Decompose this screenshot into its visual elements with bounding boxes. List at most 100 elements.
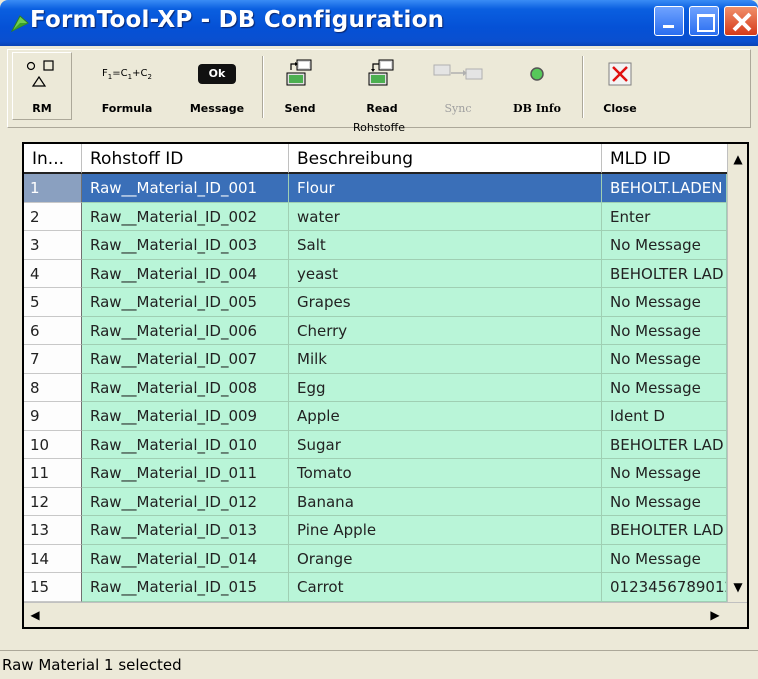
send-button[interactable]: Send	[270, 54, 330, 122]
cell-rohstoff-id[interactable]: Raw__Material_ID_003	[82, 231, 289, 260]
cell-mld-id[interactable]: No Message	[602, 345, 727, 374]
formula-button[interactable]: F1=C1+C2 Formula	[93, 54, 161, 122]
cell-rohstoff-id[interactable]: Raw__Material_ID_008	[82, 373, 289, 402]
cell-index[interactable]: 9	[24, 402, 82, 431]
cell-rohstoff-id[interactable]: Raw__Material_ID_002	[82, 202, 289, 231]
cell-index[interactable]: 5	[24, 288, 82, 317]
cell-beschreibung[interactable]: Sugar	[289, 430, 602, 459]
scroll-down-icon[interactable]: ▼	[728, 572, 747, 602]
cell-beschreibung[interactable]: yeast	[289, 259, 602, 288]
cell-index[interactable]: 12	[24, 487, 82, 516]
cell-index[interactable]: 10	[24, 430, 82, 459]
cell-mld-id[interactable]: No Message	[602, 373, 727, 402]
cell-beschreibung[interactable]: Salt	[289, 231, 602, 260]
table-row[interactable]: 5 Raw__Material_ID_005 Grapes No Message	[24, 288, 727, 317]
sync-button: Sync	[426, 54, 490, 122]
cell-index[interactable]: 8	[24, 373, 82, 402]
cell-rohstoff-id[interactable]: Raw__Material_ID_005	[82, 288, 289, 317]
cell-mld-id[interactable]: Ident D	[602, 402, 727, 431]
cell-mld-id[interactable]: Enter	[602, 202, 727, 231]
table-row[interactable]: 10 Raw__Material_ID_010 Sugar BEHOLTER LAD	[24, 430, 727, 459]
cell-beschreibung[interactable]: Apple	[289, 402, 602, 431]
cell-beschreibung[interactable]: Milk	[289, 345, 602, 374]
table-row[interactable]: 15 Raw__Material_ID_015 Carrot 012345678901…	[24, 573, 727, 602]
cell-mld-id[interactable]: 0123456789012	[602, 573, 727, 602]
cell-rohstoff-id[interactable]: Raw__Material_ID_014	[82, 544, 289, 573]
cell-mld-id[interactable]: No Message	[602, 231, 727, 260]
cell-mld-id[interactable]: No Message	[602, 544, 727, 573]
cell-beschreibung[interactable]: Egg	[289, 373, 602, 402]
close-window-button[interactable]	[724, 6, 758, 36]
cell-beschreibung[interactable]: Orange	[289, 544, 602, 573]
cell-beschreibung[interactable]: Banana	[289, 487, 602, 516]
cell-index[interactable]: 15	[24, 573, 82, 602]
cell-mld-id[interactable]: No Message	[602, 459, 727, 488]
scroll-right-icon[interactable]: ▶	[704, 603, 726, 627]
cell-mld-id[interactable]: No Message	[602, 288, 727, 317]
table-row[interactable]: 8 Raw__Material_ID_008 Egg No Message	[24, 373, 727, 402]
cell-rohstoff-id[interactable]: Raw__Material_ID_013	[82, 516, 289, 545]
table-row[interactable]: 7 Raw__Material_ID_007 Milk No Message	[24, 345, 727, 374]
table-row[interactable]: 14 Raw__Material_ID_014 Orange No Message	[24, 544, 727, 573]
cell-rohstoff-id[interactable]: Raw__Material_ID_001	[82, 174, 289, 203]
cell-rohstoff-id[interactable]: Raw__Material_ID_007	[82, 345, 289, 374]
column-header-rohstoff-id[interactable]: Rohstoff ID	[82, 144, 289, 174]
table-row[interactable]: 4 Raw__Material_ID_004 yeast BEHOLTER LAD	[24, 259, 727, 288]
cell-index[interactable]: 3	[24, 231, 82, 260]
cell-rohstoff-id[interactable]: Raw__Material_ID_004	[82, 259, 289, 288]
close-button[interactable]: Close	[592, 54, 648, 122]
table-row[interactable]: 13 Raw__Material_ID_013 Pine Apple BEHOLTER…	[24, 516, 727, 545]
cell-beschreibung[interactable]: Grapes	[289, 288, 602, 317]
cell-rohstoff-id[interactable]: Raw__Material_ID_010	[82, 430, 289, 459]
table-body: 1 Raw__Material_ID_001 Flour BEHOLT.LADEN 2 R…	[24, 174, 727, 602]
table-row[interactable]: 2 Raw__Material_ID_002 water Enter	[24, 202, 727, 231]
cell-index[interactable]: 1	[24, 174, 82, 203]
cell-beschreibung[interactable]: Cherry	[289, 316, 602, 345]
table-row[interactable]: 6 Raw__Material_ID_006 Cherry No Message	[24, 316, 727, 345]
status-bar: Raw Material 1 selected	[0, 650, 758, 679]
cell-beschreibung[interactable]: Tomato	[289, 459, 602, 488]
cell-rohstoff-id[interactable]: Raw__Material_ID_012	[82, 487, 289, 516]
scroll-left-icon[interactable]: ◀	[24, 603, 46, 627]
db-info-button[interactable]: DB Info	[508, 54, 566, 122]
table-row[interactable]: 12 Raw__Material_ID_012 Banana No Message	[24, 487, 727, 516]
minimize-button[interactable]	[654, 6, 684, 36]
horizontal-scrollbar[interactable]: ◀ ▶	[24, 602, 747, 627]
cell-index[interactable]: 4	[24, 259, 82, 288]
cell-rohstoff-id[interactable]: Raw__Material_ID_015	[82, 573, 289, 602]
vertical-scrollbar[interactable]: ▲ ▼	[727, 144, 747, 602]
cell-rohstoff-id[interactable]: Raw__Material_ID_011	[82, 459, 289, 488]
cell-mld-id[interactable]: No Message	[602, 316, 727, 345]
cell-rohstoff-id[interactable]: Raw__Material_ID_006	[82, 316, 289, 345]
cell-mld-id[interactable]: No Message	[602, 487, 727, 516]
cell-index[interactable]: 11	[24, 459, 82, 488]
cell-index[interactable]: 14	[24, 544, 82, 573]
cell-mld-id[interactable]: BEHOLTER LAD	[602, 259, 727, 288]
cell-beschreibung[interactable]: Pine Apple	[289, 516, 602, 545]
cell-index[interactable]: 2	[24, 202, 82, 231]
cell-beschreibung[interactable]: water	[289, 202, 602, 231]
scroll-up-icon[interactable]: ▲	[728, 144, 747, 174]
maximize-button[interactable]	[689, 6, 719, 36]
cell-rohstoff-id[interactable]: Raw__Material_ID_009	[82, 402, 289, 431]
section-label: Rohstoffe	[353, 121, 405, 134]
send-label: Send	[284, 102, 316, 115]
column-header-mld-id[interactable]: MLD ID	[602, 144, 747, 174]
cell-beschreibung[interactable]: Carrot	[289, 573, 602, 602]
table-row[interactable]: 9 Raw__Material_ID_009 Apple Ident D	[24, 402, 727, 431]
cell-index[interactable]: 7	[24, 345, 82, 374]
message-button[interactable]: Ok Message	[181, 54, 253, 122]
rm-button[interactable]: RM	[14, 54, 70, 122]
read-button[interactable]: Read	[352, 54, 412, 122]
table-row[interactable]: 3 Raw__Material_ID_003 Salt No Message	[24, 231, 727, 260]
cell-beschreibung[interactable]: Flour	[289, 174, 602, 203]
cell-mld-id[interactable]: BEHOLTER LAD	[602, 430, 727, 459]
column-header-beschreibung[interactable]: Beschreibung	[289, 144, 602, 174]
cell-mld-id[interactable]: BEHOLT.LADEN	[602, 174, 727, 203]
cell-mld-id[interactable]: BEHOLTER LAD	[602, 516, 727, 545]
table-row[interactable]: 11 Raw__Material_ID_011 Tomato No Message	[24, 459, 727, 488]
table-row[interactable]: 1 Raw__Material_ID_001 Flour BEHOLT.LADEN	[24, 174, 727, 203]
cell-index[interactable]: 13	[24, 516, 82, 545]
column-header-index[interactable]: In...	[24, 144, 82, 174]
cell-index[interactable]: 6	[24, 316, 82, 345]
